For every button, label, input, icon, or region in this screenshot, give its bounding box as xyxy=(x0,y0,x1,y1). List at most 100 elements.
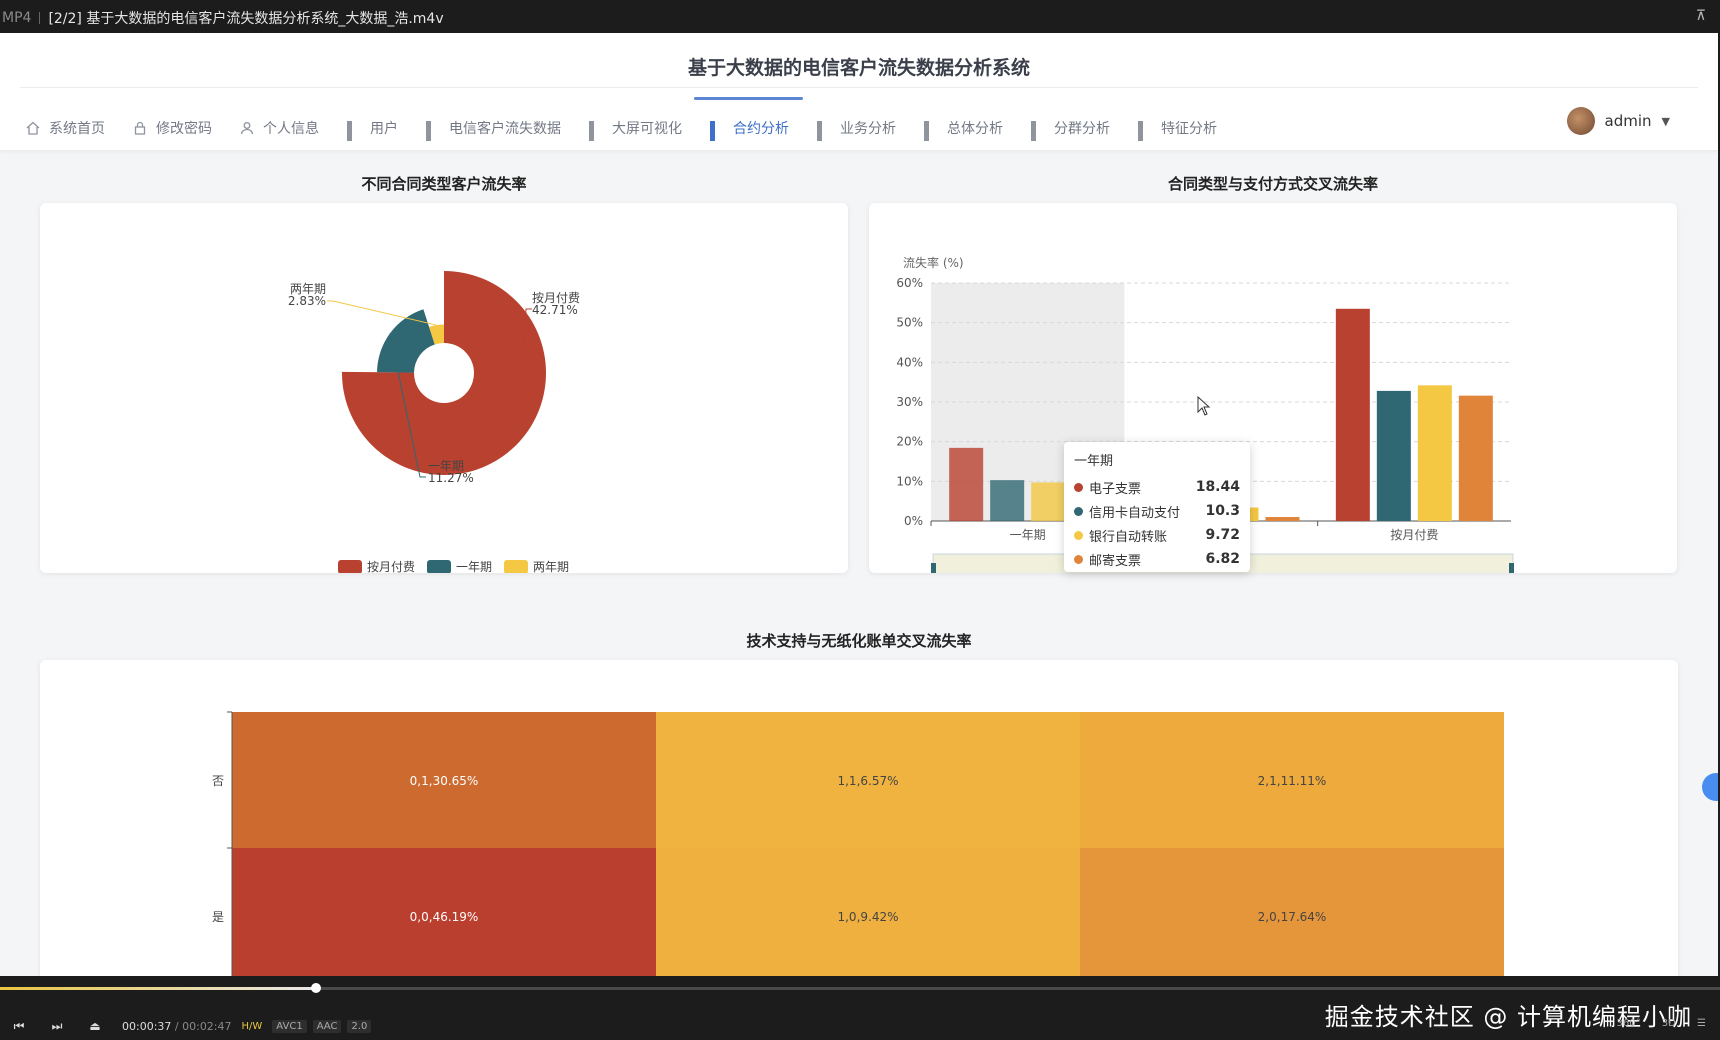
avatar[interactable] xyxy=(1566,107,1595,135)
bar[interactable] xyxy=(1335,308,1370,521)
legend-swatch[interactable] xyxy=(427,560,451,574)
bar[interactable] xyxy=(1417,385,1452,521)
nav-item-6[interactable]: 合约分析 xyxy=(694,97,803,143)
series-dot xyxy=(1074,554,1083,564)
tooltip-row: 信用卡自动支付 10.3 xyxy=(1074,499,1240,523)
player-titlebar: MP4 [2/2] 基于大数据的电信客户流失数据分析系统_大数据_浩.m4v ⊼ xyxy=(0,0,1720,36)
seek-handle[interactable] xyxy=(311,983,322,993)
nav-item-0[interactable]: 系统首页 xyxy=(26,113,105,143)
grid-icon xyxy=(817,121,831,141)
next-icon[interactable]: ⏭ xyxy=(50,1019,64,1033)
nav-item-9[interactable]: 分群分析 xyxy=(1031,113,1110,143)
legend-swatch[interactable] xyxy=(504,560,528,574)
heatmap-cell-label: 0,1,30.65% xyxy=(410,774,479,788)
vr360-button[interactable]: 360° xyxy=(1617,1018,1641,1029)
bar[interactable] xyxy=(990,480,1025,521)
heatmap-cell-label: 1,0,9.42% xyxy=(837,910,898,924)
series-dot xyxy=(1074,482,1083,492)
time-current: 00:00:37 xyxy=(122,1019,172,1033)
nav-item-7[interactable]: 业务分析 xyxy=(817,113,896,143)
legend-label[interactable]: 按月付费 xyxy=(367,560,415,574)
player-controls: ⏮ ⏭ ⏏ 00:00:37 / 00:02:47 H/W AVC1 AAC 2… xyxy=(0,976,1720,1040)
bar[interactable] xyxy=(949,447,984,521)
mouse-cursor-icon xyxy=(1197,395,1211,416)
nav-item-8[interactable]: 总体分析 xyxy=(924,113,1003,143)
nav-label: 电信客户流失数据 xyxy=(449,121,561,137)
nav-item-10[interactable]: 特征分析 xyxy=(1138,113,1217,143)
nav-item-4[interactable]: 电信客户流失数据 xyxy=(426,113,561,143)
nav-item-3[interactable]: 用户 xyxy=(347,113,398,143)
playlist-icon[interactable]: ☰ xyxy=(1697,1018,1706,1029)
home-icon xyxy=(26,121,40,135)
seek-bar[interactable] xyxy=(0,983,1720,993)
bar-tooltip: 一年期 电子支票 18.44 信用卡自动支付 10.3 银行自动转账 9.72 邮寄支票 6.… xyxy=(1064,442,1250,572)
tooltip-series-value: 6.82 xyxy=(1205,551,1240,567)
prev-icon[interactable]: ⏮ xyxy=(12,1019,26,1033)
format-label: MP4 xyxy=(2,10,32,26)
3d-button[interactable]: 3D xyxy=(1662,1018,1676,1029)
user-menu[interactable]: admin ▼ xyxy=(1566,107,1670,135)
user-icon xyxy=(240,122,254,135)
hw-badge: H/W xyxy=(241,1020,263,1032)
bar-card: 流失率 (%)0%10%20%30%40%50%60%一年期两年期按月付费电子支… xyxy=(869,203,1677,588)
legend-label[interactable]: 两年期 xyxy=(533,560,569,574)
nav-label: 用户 xyxy=(370,121,398,137)
tooltip-row: 电子支票 18.44 xyxy=(1074,475,1240,499)
time-separator: / xyxy=(171,1019,183,1033)
heatmap-title: 技术支持与无纸化账单交叉流失率 xyxy=(746,632,972,650)
heatmap-cell-label: 0,0,46.19% xyxy=(410,910,479,924)
eject-icon[interactable]: ⏏ xyxy=(88,1019,102,1033)
tooltip-series-value: 18.44 xyxy=(1195,479,1240,495)
bar[interactable] xyxy=(1265,517,1300,521)
tooltip-series-value: 10.3 xyxy=(1205,503,1240,519)
floating-action-button[interactable] xyxy=(1702,773,1718,801)
y-tick-label: 否 xyxy=(212,774,224,788)
grid-icon xyxy=(1138,121,1152,141)
channels-badge: 2.0 xyxy=(347,1019,372,1033)
grid-icon xyxy=(426,121,440,141)
bar[interactable] xyxy=(1458,395,1493,521)
time-total: 00:02:47 xyxy=(182,1019,232,1033)
zoom-handle-left[interactable] xyxy=(931,563,936,579)
legend-swatch[interactable] xyxy=(338,560,362,574)
pie-label-value: 42.71% xyxy=(532,303,578,317)
nav-label: 总体分析 xyxy=(947,121,1003,137)
caret-down-icon[interactable]: ▼ xyxy=(1662,115,1670,128)
main-nav: 系统首页 修改密码 个人信息 用户 电信客户流失数据 大屏可视化 合约分析 业务分析 总体分析 分… xyxy=(26,97,1245,143)
pie-slice[interactable] xyxy=(377,309,435,373)
nav-item-2[interactable]: 个人信息 xyxy=(240,113,319,143)
y-tick-label: 30% xyxy=(896,395,923,409)
legend-label[interactable]: 一年期 xyxy=(456,560,492,574)
heatmap-chart: 0,1,30.65% 1,1,6.57% 2,1,11.11% 0,0,46.19% 1… xyxy=(212,711,1504,976)
file-title: [2/2] 基于大数据的电信客户流失数据分析系统_大数据_浩.m4v xyxy=(48,11,444,27)
header-divider xyxy=(20,87,1698,88)
y-tick-label: 50% xyxy=(896,316,923,330)
zoom-handle-right[interactable] xyxy=(1509,563,1514,579)
video-codec-badge: AVC1 xyxy=(272,1019,307,1033)
grid-icon xyxy=(1031,121,1045,141)
series-dot xyxy=(1074,530,1083,540)
pie-label-value: 11.27% xyxy=(428,471,474,485)
bar[interactable] xyxy=(1031,482,1066,521)
nav-label: 个人信息 xyxy=(263,121,319,137)
nav-item-5[interactable]: 大屏可视化 xyxy=(589,113,682,143)
username[interactable]: admin xyxy=(1605,112,1652,130)
grid-icon xyxy=(347,121,361,141)
nav-label: 大屏可视化 xyxy=(612,121,682,137)
pin-icon[interactable]: ⊼ xyxy=(1696,8,1706,24)
bar[interactable] xyxy=(1376,390,1411,521)
bar-chart-title: 合同类型与支付方式交叉流失率 xyxy=(1167,175,1378,193)
nav-label: 业务分析 xyxy=(840,121,896,137)
nav-label: 分群分析 xyxy=(1054,121,1110,137)
grid-icon xyxy=(589,121,603,141)
titlebar-divider xyxy=(39,12,41,24)
y-tick-label: 20% xyxy=(896,435,923,449)
nav-label: 特征分析 xyxy=(1161,121,1217,137)
tooltip-series-name: 电子支票 xyxy=(1089,481,1142,497)
nav-item-1[interactable]: 修改密码 xyxy=(133,113,212,143)
tooltip-series-name: 银行自动转账 xyxy=(1089,529,1168,545)
bar-chart: 流失率 (%)0%10%20%30%40%50%60%一年期两年期按月付费电子支… xyxy=(896,255,1514,588)
audio-codec-badge: AAC xyxy=(312,1019,342,1033)
pie-chart: 按月付费42.71%一年期11.27%两年期2.83%按月付费 一年期 两年期 xyxy=(288,271,580,574)
y-tick-label: 60% xyxy=(896,276,923,290)
